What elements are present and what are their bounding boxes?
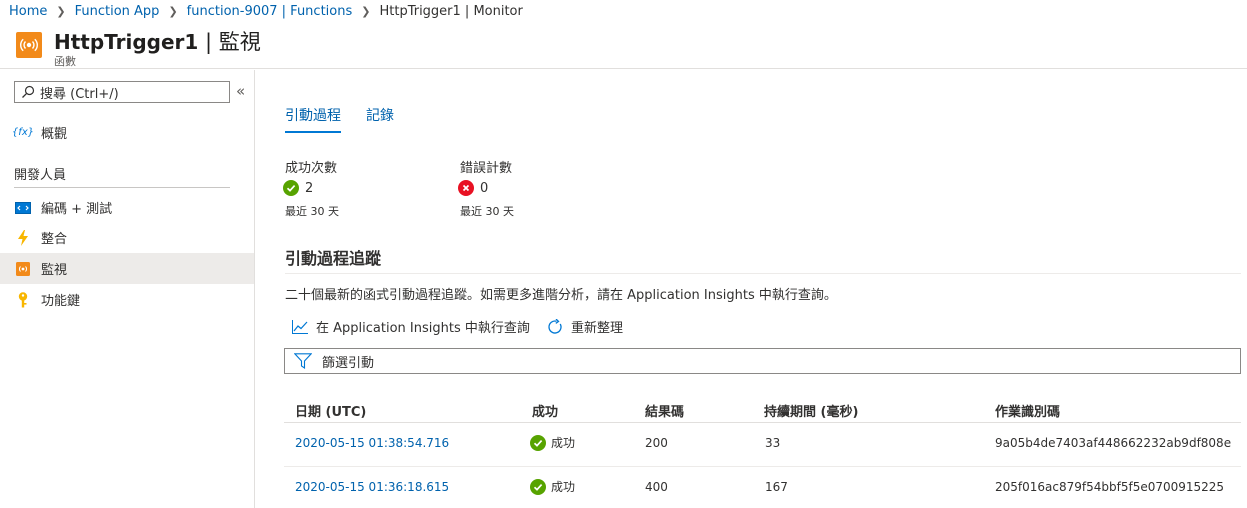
chevron-right-icon: ❯ (168, 4, 178, 18)
monitor-icon (14, 261, 32, 277)
sidebar: 搜尋 (Ctrl+/) « {f x} 概觀 開發人員 編碼 + 測試 整合 監… (0, 70, 255, 508)
divider (14, 187, 230, 188)
code-test-icon (14, 200, 32, 216)
result-code: 400 (645, 480, 668, 494)
run-query-button[interactable]: 在 Application Insights 中執行查詢 (292, 317, 530, 336)
search-placeholder: 搜尋 (Ctrl+/) (40, 86, 119, 102)
operation-id: 205f016ac879f54bbf5f5e0700915225 (995, 480, 1225, 494)
breadcrumb-functions[interactable]: function-9007 | Functions (187, 4, 353, 19)
divider (285, 273, 1241, 274)
status-cell: 成功 (530, 434, 575, 451)
key-icon (14, 291, 32, 308)
sidebar-item-function-keys[interactable]: 功能鍵 (0, 284, 254, 315)
error-count-value: 0 (480, 180, 489, 196)
status-label: 成功 (551, 480, 576, 494)
filter-icon (294, 353, 312, 369)
chevron-right-icon: ❯ (56, 4, 66, 18)
success-check-icon (530, 434, 546, 451)
refresh-icon (548, 318, 562, 334)
success-count: 2 (283, 180, 313, 196)
table-row[interactable]: 2020-05-15 01:38:54.716 成功 200 33 9a05b4… (284, 423, 1241, 467)
http-trigger-icon (16, 32, 42, 58)
sidebar-item-label: 編碼 + 測試 (41, 202, 113, 217)
success-check-icon (283, 180, 299, 196)
sidebar-item-label: 概觀 (41, 127, 68, 142)
breadcrumb-current: HttpTrigger1 | Monitor (379, 3, 523, 19)
sidebar-item-label: 整合 (41, 232, 68, 247)
section-title: 引動過程追蹤 (285, 249, 382, 268)
tab-logs[interactable]: 記錄 (366, 105, 394, 125)
table-row[interactable]: 2020-05-15 01:36:18.615 成功 400 167 205f0… (284, 467, 1241, 508)
chevron-right-icon: ❯ (361, 4, 371, 18)
success-count-label: 成功次數 (285, 161, 338, 176)
sidebar-section-developer: 開發人員 (14, 168, 67, 183)
error-count-period: 最近 30 天 (460, 205, 514, 218)
operation-id: 9a05b4de7403af448662232ab9df808e (995, 436, 1232, 450)
invocation-date-link[interactable]: 2020-05-15 01:36:18.615 (295, 480, 449, 494)
status-cell: 成功 (530, 478, 575, 495)
duration: 167 (765, 480, 788, 494)
page-title: HttpTrigger1 | 監視 (54, 26, 261, 56)
search-icon (22, 85, 35, 98)
error-x-icon (458, 180, 474, 196)
success-count-value: 2 (305, 180, 314, 196)
active-tab-indicator (285, 131, 341, 133)
lightning-icon (14, 229, 32, 246)
refresh-button[interactable]: 重新整理 (547, 317, 623, 336)
breadcrumb-function-app[interactable]: Function App (75, 4, 160, 19)
sidebar-item-monitor[interactable]: 監視 (0, 253, 254, 284)
function-icon: {f x} (11, 127, 35, 138)
refresh-label: 重新整理 (571, 321, 624, 336)
success-count-period: 最近 30 天 (285, 205, 339, 218)
breadcrumb-home[interactable]: Home (9, 4, 47, 19)
error-count: 0 (458, 180, 488, 196)
error-count-label: 錯誤計數 (460, 161, 513, 176)
column-header-success[interactable]: 成功 (532, 401, 558, 420)
chart-line-icon (292, 319, 308, 334)
column-header-operation-id[interactable]: 作業識別碼 (995, 401, 1060, 420)
sidebar-item-label: 監視 (41, 263, 68, 278)
page-title-name: HttpTrigger1 (54, 30, 199, 54)
result-code: 200 (645, 436, 668, 450)
tab-invocations[interactable]: 引動過程 (285, 105, 341, 125)
page-header: HttpTrigger1 | 監視 函數 (0, 22, 1247, 69)
sidebar-item-integration[interactable]: 整合 (0, 222, 254, 253)
page-subtitle: 函數 (54, 55, 76, 68)
column-header-duration[interactable]: 持續期間 (毫秒) (764, 401, 858, 420)
sidebar-item-code-test[interactable]: 編碼 + 測試 (0, 192, 254, 223)
search-input[interactable]: 搜尋 (Ctrl+/) (14, 81, 230, 103)
sidebar-item-label: 功能鍵 (41, 294, 81, 309)
filter-invocations-input[interactable]: 篩選引動 (284, 348, 1241, 374)
success-check-icon (530, 478, 546, 495)
run-query-label: 在 Application Insights 中執行查詢 (316, 321, 530, 336)
main-content: 引動過程 記錄 成功次數 2 最近 30 天 錯誤計數 0 最近 30 天 引動… (256, 70, 1247, 508)
sidebar-item-overview[interactable]: {f x} 概觀 (0, 117, 254, 148)
column-header-result-code[interactable]: 結果碼 (645, 401, 684, 420)
collapse-sidebar-icon[interactable]: « (236, 82, 245, 100)
section-description: 二十個最新的函式引動過程追蹤。如需更多進階分析，請在 Application I… (285, 288, 837, 303)
invocation-date-link[interactable]: 2020-05-15 01:38:54.716 (295, 436, 449, 450)
filter-placeholder: 篩選引動 (322, 355, 375, 371)
column-header-date[interactable]: 日期 (UTC) (295, 401, 366, 420)
status-label: 成功 (551, 436, 576, 450)
page-title-separator: | (198, 30, 219, 54)
breadcrumb: Home ❯ Function App ❯ function-9007 | Fu… (0, 0, 1247, 22)
duration: 33 (765, 436, 781, 450)
page-title-section: 監視 (218, 30, 261, 54)
